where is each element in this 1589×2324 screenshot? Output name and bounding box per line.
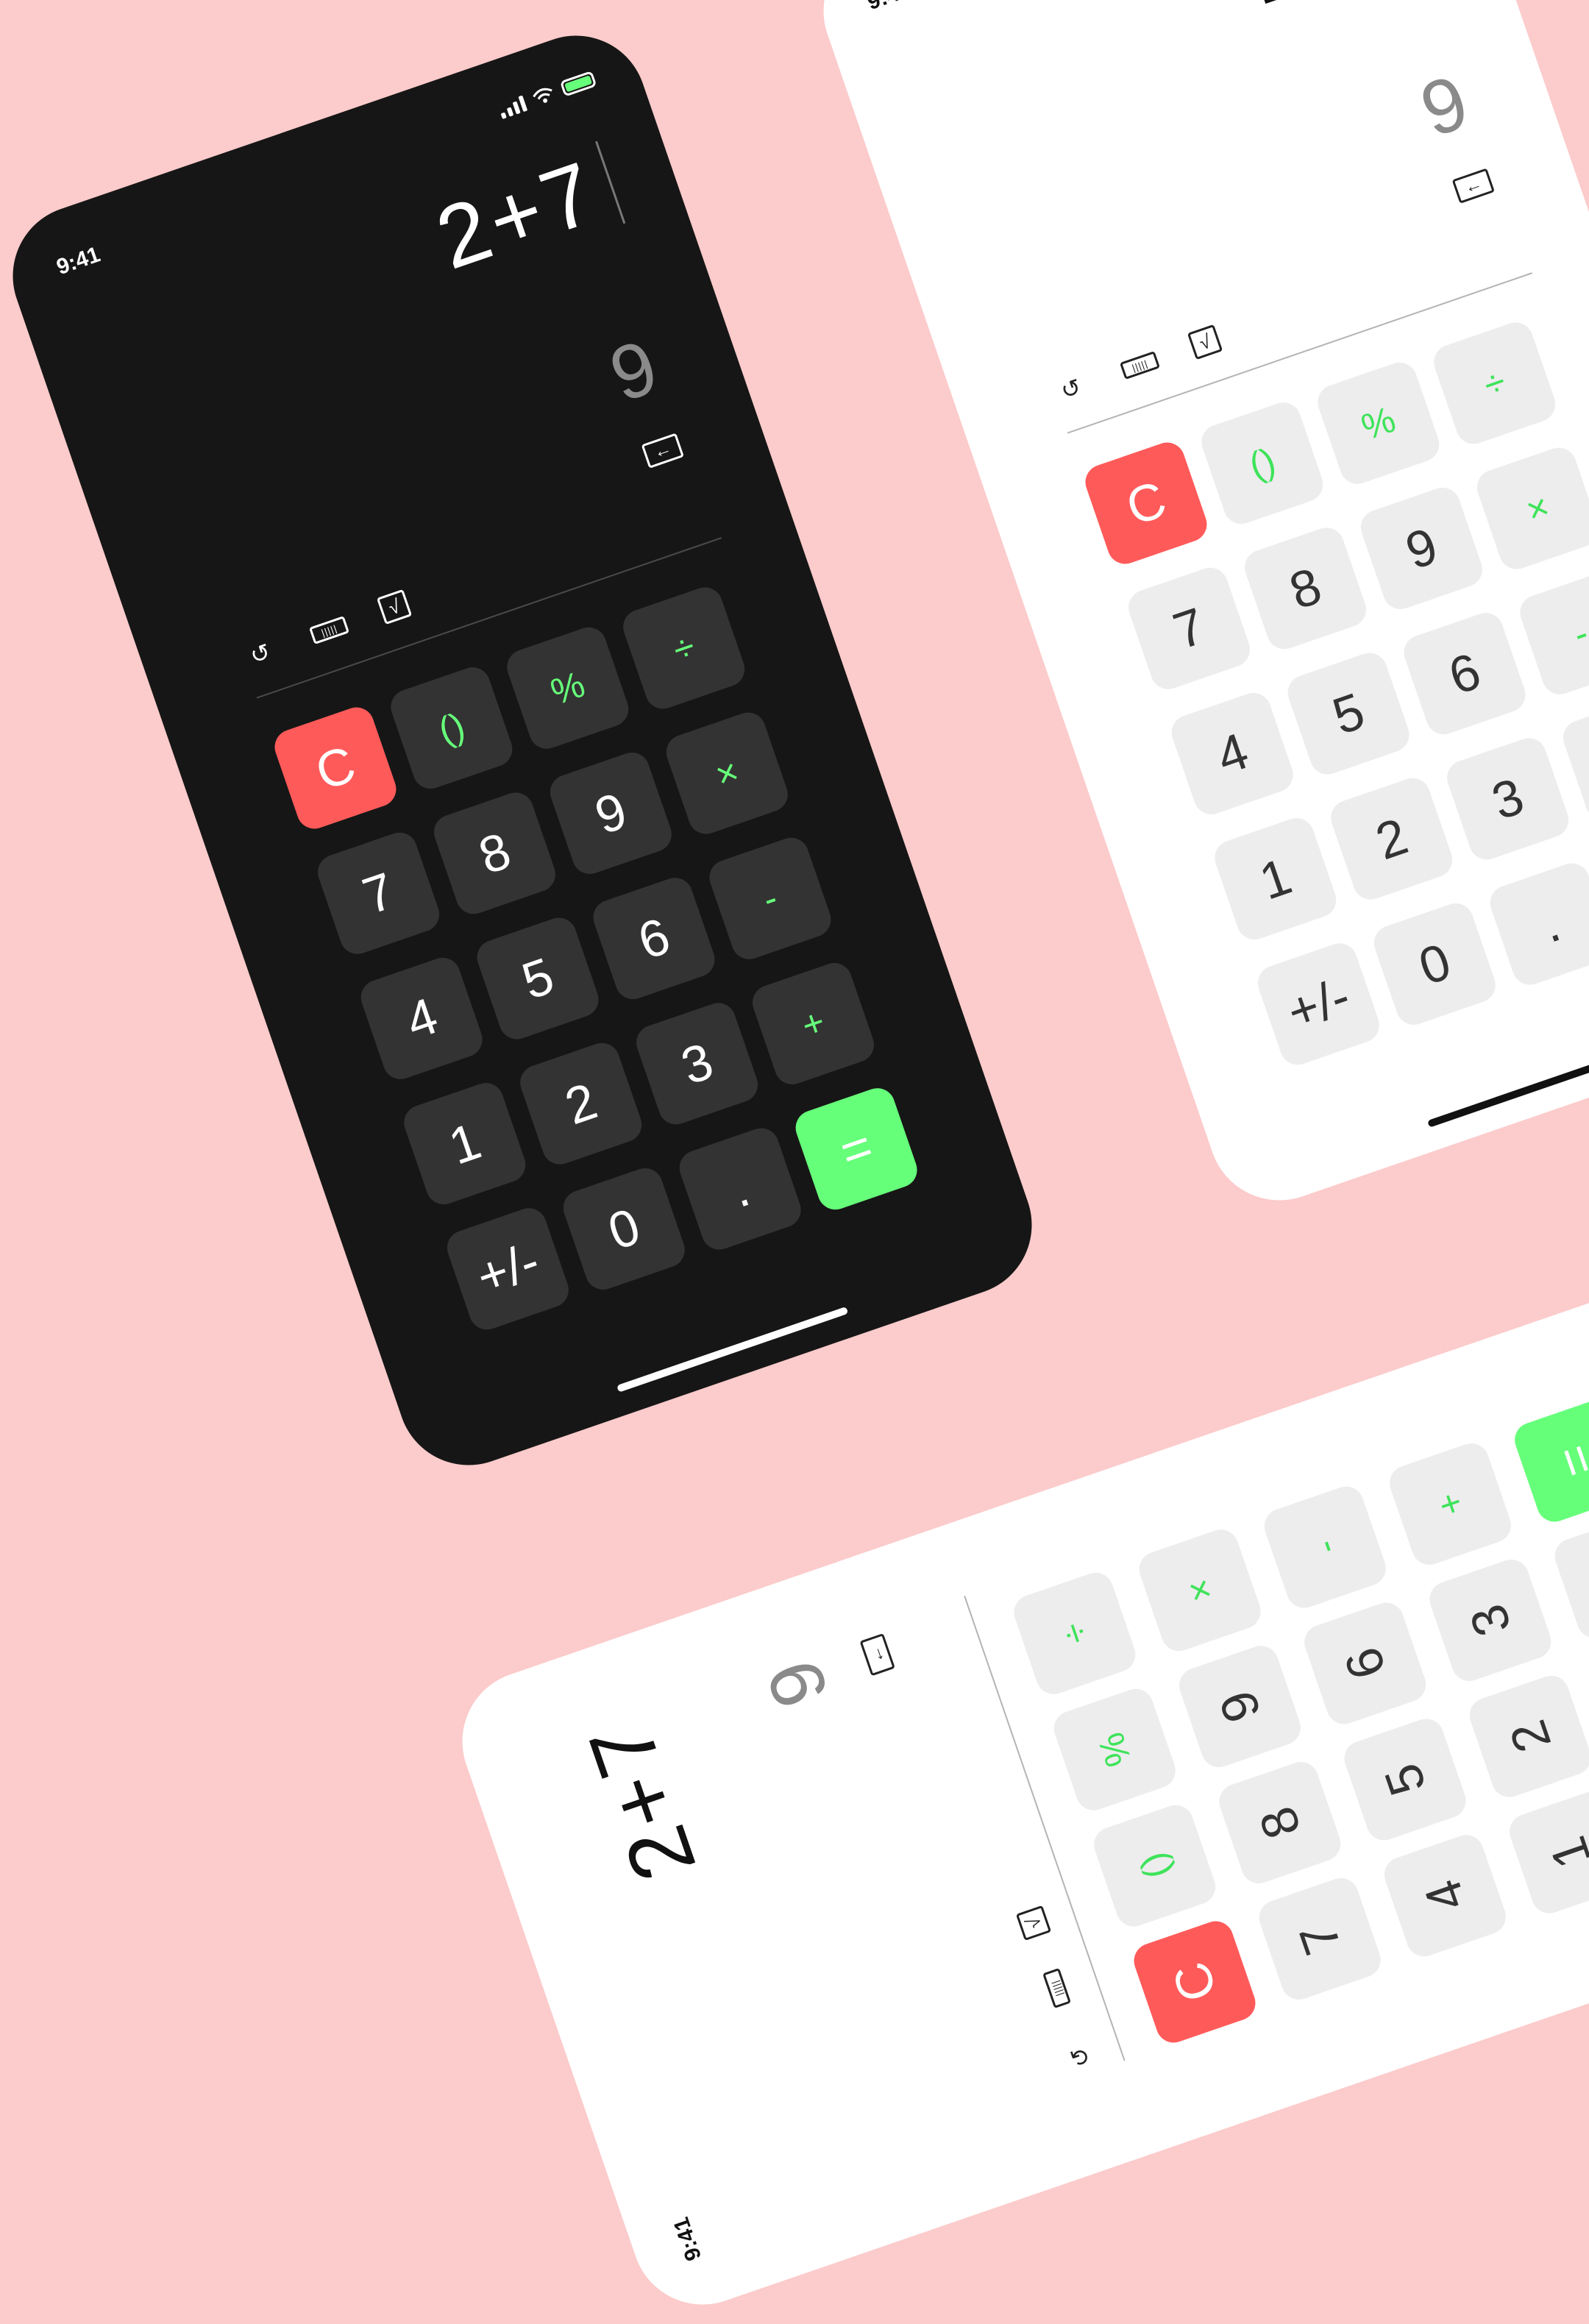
digit-0-button[interactable]: 0 <box>558 1163 690 1295</box>
digit-3-button[interactable]: 3 <box>1424 1554 1556 1686</box>
digit-9-button[interactable]: 9 <box>1174 1641 1306 1772</box>
backspace-icon[interactable]: ← <box>859 1633 895 1677</box>
digit-2-button[interactable]: 2 <box>1465 1671 1589 1802</box>
light-phone-mockup-rotated: 9:41 2+7 9 ← ↺ ||||| √ C () % ÷ 7 8 9 × … <box>443 1266 1589 2324</box>
digit-7-button[interactable]: 7 <box>1254 1873 1386 2005</box>
digit-1-button[interactable]: 1 <box>1209 813 1341 945</box>
history-icon[interactable]: ↺ <box>1061 2036 1100 2078</box>
square-root-icon[interactable]: √ <box>1187 324 1223 360</box>
digit-2-button[interactable]: 2 <box>1326 773 1457 905</box>
result-display: 9 <box>600 324 668 419</box>
result-display: 9 <box>750 1649 845 1718</box>
plus-button[interactable]: + <box>1384 1438 1516 1570</box>
decimal-button[interactable]: . <box>1550 1511 1589 1643</box>
toolbar: ↺ ||||| √ <box>1050 324 1223 409</box>
percent-button[interactable]: % <box>1312 358 1444 489</box>
toolbar: ↺ ||||| √ <box>1015 1905 1101 2078</box>
digit-0-button[interactable]: 0 <box>1369 898 1501 1030</box>
clear-button[interactable]: C <box>270 703 401 834</box>
digit-7-button[interactable]: 7 <box>1123 563 1255 694</box>
ruler-icon[interactable]: ||||| <box>1119 351 1161 380</box>
keypad: C () % ÷ 7 8 9 × 4 5 6 - 1 2 3 + +/- 0 .… <box>1081 317 1589 1070</box>
digit-2-button[interactable]: 2 <box>515 1038 647 1170</box>
result-display: 9 <box>1410 59 1479 154</box>
keypad: C () % ÷ 7 8 9 × 4 5 6 - 1 2 3 + +/- 0 .… <box>1009 1395 1589 2047</box>
ruler-icon[interactable]: ||||| <box>1042 1967 1072 2009</box>
battery-icon <box>559 70 597 97</box>
digit-4-button[interactable]: 4 <box>1167 688 1298 820</box>
minus-button[interactable]: - <box>1259 1482 1391 1613</box>
home-indicator <box>1427 1041 1589 1128</box>
toolbar: ↺ ||||| √ <box>239 589 413 674</box>
digit-7-button[interactable]: 7 <box>313 828 444 959</box>
digit-4-button[interactable]: 4 <box>1379 1830 1511 1961</box>
expression-display: 2+7 <box>424 141 611 288</box>
digit-8-button[interactable]: 8 <box>1214 1757 1346 1888</box>
divide-button[interactable]: ÷ <box>1429 317 1560 449</box>
parentheses-button[interactable]: () <box>385 662 517 794</box>
sign-toggle-button[interactable]: +/- <box>442 1203 574 1335</box>
keypad: C () % ÷ 7 8 9 × 4 5 6 - 1 2 3 + +/- 0 .… <box>270 582 923 1335</box>
home-indicator <box>616 1306 849 1393</box>
multiply-button[interactable]: × <box>1472 443 1589 575</box>
sign-toggle-button[interactable]: +/- <box>1253 938 1384 1070</box>
clear-button[interactable]: C <box>1081 438 1212 569</box>
digit-5-button[interactable]: 5 <box>1340 1713 1471 1845</box>
digit-6-button[interactable]: 6 <box>589 873 719 1004</box>
equals-button[interactable]: = <box>1510 1395 1589 1527</box>
digit-8-button[interactable]: 8 <box>1240 522 1371 654</box>
minus-button[interactable]: - <box>1515 568 1589 700</box>
digit-5-button[interactable]: 5 <box>1283 648 1415 780</box>
decimal-button[interactable]: . <box>1485 859 1589 990</box>
percent-button[interactable]: % <box>1049 1684 1181 1816</box>
backspace-icon[interactable]: ← <box>1451 168 1495 204</box>
parentheses-button[interactable]: () <box>1196 397 1328 529</box>
status-time: 9:41 <box>864 0 914 15</box>
expression-display: 2+7 <box>568 1706 715 1893</box>
dark-phone-mockup: 9:41 2+7 9 ← ↺ ||||| √ C () % ÷ 7 8 9 × … <box>0 16 1051 1485</box>
divide-button[interactable]: ÷ <box>1009 1568 1140 1699</box>
expression-display: 2+7 <box>1235 0 1421 24</box>
digit-6-button[interactable]: 6 <box>1399 608 1530 739</box>
divide-button[interactable]: ÷ <box>618 582 750 714</box>
clear-button[interactable]: C <box>1129 1916 1260 2047</box>
decimal-button[interactable]: . <box>675 1123 806 1255</box>
equals-button[interactable]: = <box>791 1083 923 1215</box>
plus-button[interactable]: + <box>747 958 879 1090</box>
square-root-icon[interactable]: √ <box>1015 1905 1052 1941</box>
status-time: 9:41 <box>53 242 104 280</box>
minus-button[interactable]: - <box>704 833 836 964</box>
digit-1-button[interactable]: 1 <box>399 1078 530 1209</box>
digit-9-button[interactable]: 9 <box>545 747 677 879</box>
square-root-icon[interactable]: √ <box>376 589 413 625</box>
wifi-icon <box>533 88 552 103</box>
multiply-button[interactable]: × <box>1134 1524 1266 1656</box>
signal-icon <box>497 94 528 119</box>
status-icons <box>497 70 597 119</box>
ruler-icon[interactable]: ||||| <box>308 616 350 645</box>
history-icon[interactable]: ↺ <box>1050 369 1092 408</box>
backspace-icon[interactable]: ← <box>641 433 684 469</box>
digit-8-button[interactable]: 8 <box>429 787 561 919</box>
digit-5-button[interactable]: 5 <box>472 913 604 1045</box>
percent-button[interactable]: % <box>502 622 633 754</box>
status-time: 9:41 <box>669 2214 707 2264</box>
history-icon[interactable]: ↺ <box>239 634 282 673</box>
digit-1-button[interactable]: 1 <box>1504 1787 1589 1919</box>
digit-6-button[interactable]: 6 <box>1299 1598 1431 1729</box>
digit-4-button[interactable]: 4 <box>356 953 488 1084</box>
digit-3-button[interactable]: 3 <box>631 998 763 1129</box>
digit-3-button[interactable]: 3 <box>1442 733 1574 864</box>
multiply-button[interactable]: × <box>661 708 793 839</box>
digit-9-button[interactable]: 9 <box>1356 483 1487 614</box>
parentheses-button[interactable]: () <box>1089 1800 1220 1932</box>
